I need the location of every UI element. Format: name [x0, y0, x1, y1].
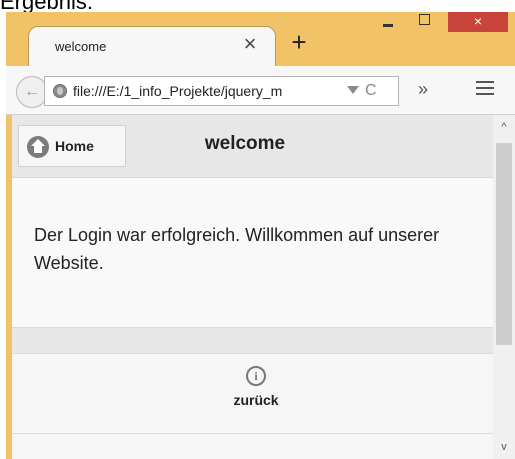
- reload-icon[interactable]: C: [365, 81, 377, 101]
- scroll-up-arrow-icon[interactable]: ^: [493, 115, 515, 139]
- globe-icon: [53, 84, 67, 98]
- scrollbar[interactable]: ^ v: [493, 115, 515, 459]
- title-bar: × welcome × +: [6, 12, 515, 67]
- tab-close-icon[interactable]: ×: [239, 33, 261, 55]
- page-footer: i zurück: [12, 353, 493, 459]
- info-icon: i: [246, 366, 266, 386]
- menu-line: [476, 93, 494, 95]
- menu-icon[interactable]: [476, 80, 494, 96]
- home-button[interactable]: Home: [18, 125, 126, 167]
- scroll-down-arrow-icon[interactable]: v: [493, 435, 515, 459]
- back-link[interactable]: i zurück: [216, 364, 296, 416]
- page-content: Home welcome Der Login war erfolgreich. …: [12, 115, 493, 459]
- url-text[interactable]: file:///E:/1_info_Projekte/jquery_m: [73, 83, 351, 99]
- minimize-button[interactable]: [374, 12, 402, 32]
- divider: [12, 433, 493, 434]
- menu-line: [476, 87, 494, 89]
- separator-band: [12, 327, 493, 355]
- new-tab-button[interactable]: +: [288, 29, 310, 55]
- home-label: Home: [55, 138, 94, 154]
- overflow-button[interactable]: »: [418, 79, 428, 99]
- scroll-thumb[interactable]: [496, 143, 512, 345]
- url-bar[interactable]: file:///E:/1_info_Projekte/jquery_m C: [44, 76, 399, 106]
- tab-welcome[interactable]: welcome ×: [28, 26, 276, 67]
- menu-line: [476, 81, 494, 83]
- page-title: welcome: [204, 133, 286, 154]
- browser-window: × welcome × + ← file:///E:/1_info_Projek…: [6, 12, 515, 459]
- close-window-button[interactable]: ×: [448, 12, 508, 32]
- dropmarker-icon[interactable]: [347, 86, 359, 94]
- navigation-bar: ← file:///E:/1_info_Projekte/jquery_m C …: [6, 66, 515, 115]
- page-header: Home welcome: [12, 115, 493, 178]
- welcome-message: Der Login war erfolgreich. Willkommen au…: [34, 225, 440, 273]
- tab-title: welcome: [55, 39, 107, 54]
- home-icon: [27, 136, 49, 158]
- maximize-button[interactable]: [410, 12, 438, 32]
- back-label: zurück: [233, 392, 279, 408]
